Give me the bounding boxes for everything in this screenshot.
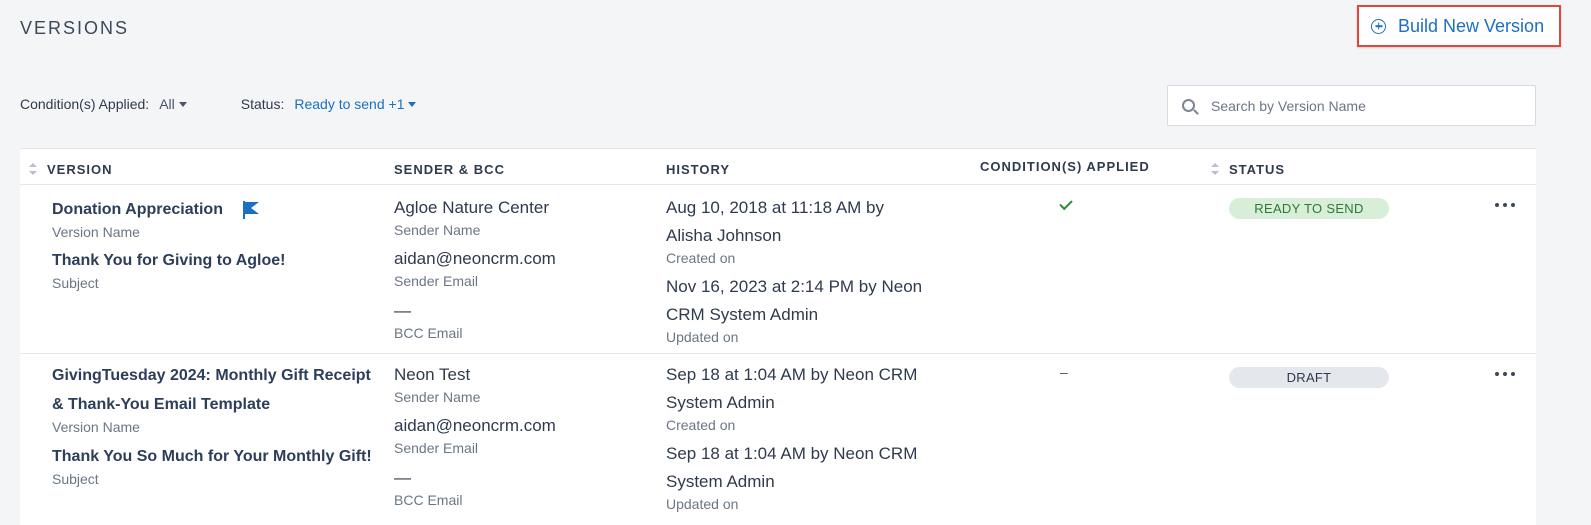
created-line-2: Alisha Johnson <box>666 226 782 245</box>
more-options-icon[interactable] <box>1495 372 1515 378</box>
check-icon <box>1059 196 1073 211</box>
version-cell: GivingTuesday 2024: Monthly Gift Receipt… <box>52 361 372 488</box>
table-row[interactable]: GivingTuesday 2024: Monthly Gift Receipt… <box>20 354 1536 525</box>
flag-icon <box>243 200 260 219</box>
search-box <box>1167 85 1536 126</box>
conditions-none: – <box>1060 364 1068 380</box>
version-cell: Donation Appreciation Version Name Thank… <box>52 195 285 292</box>
sender-name-caption: Sender Name <box>394 222 481 238</box>
subject-caption: Subject <box>52 471 99 487</box>
bcc-email: — <box>394 301 411 320</box>
more-options-icon[interactable] <box>1495 203 1515 209</box>
column-header-status[interactable]: STATUS <box>1229 162 1285 177</box>
sender-email-caption: Sender Email <box>394 273 479 289</box>
sort-icon[interactable] <box>29 163 37 175</box>
status-badge: DRAFT <box>1229 367 1389 388</box>
table-row[interactable]: Donation Appreciation Version Name Thank… <box>20 185 1536 354</box>
updated-caption: Updated on <box>666 329 739 345</box>
sender-email-caption: Sender Email <box>394 440 479 456</box>
history-cell: Sep 18 at 1:04 AM by Neon CRM System Adm… <box>666 361 917 513</box>
conditions-filter-label: Condition(s) Applied: <box>20 96 150 112</box>
updated-line-2: System Admin <box>666 472 775 491</box>
conditions-filter-dropdown[interactable]: All <box>159 96 187 112</box>
sender-name: Neon Test <box>394 365 471 384</box>
updated-line-1: Sep 18 at 1:04 AM by Neon CRM <box>666 444 918 463</box>
status-filter-value: Ready to send +1 <box>294 96 405 112</box>
caret-down-icon <box>408 101 417 107</box>
caret-down-icon <box>178 101 187 107</box>
updated-line-2: CRM System Admin <box>666 305 819 324</box>
version-name[interactable]: Donation Appreciation <box>52 201 223 218</box>
build-new-version-label: Build New Version <box>1398 15 1545 36</box>
build-new-version-button[interactable]: Build New Version <box>1357 5 1561 47</box>
conditions-filter-value: All <box>159 96 175 112</box>
search-input[interactable] <box>1211 97 1511 114</box>
subject: Thank You So Much for Your Monthly Gift! <box>52 448 372 465</box>
column-header-conditions: CONDITION(S) APPLIED <box>980 159 1150 174</box>
filter-bar: Condition(s) Applied: All Status: Ready … <box>20 96 417 112</box>
search-icon <box>1182 99 1195 112</box>
version-name-line-2[interactable]: & Thank-You Email Template <box>52 390 372 419</box>
history-cell: Aug 10, 2018 at 11:18 AM by Alisha Johns… <box>666 194 922 346</box>
created-line-1: Sep 18 at 1:04 AM by Neon CRM <box>666 365 918 384</box>
version-name-line-1[interactable]: GivingTuesday 2024: Monthly Gift Receipt <box>52 361 372 390</box>
created-caption: Created on <box>666 250 736 266</box>
created-caption: Created on <box>666 417 736 433</box>
column-header-version[interactable]: VERSION <box>47 162 113 177</box>
sender-email: aidan@neoncrm.com <box>394 249 556 268</box>
bcc-email: — <box>394 468 411 487</box>
updated-caption: Updated on <box>666 496 739 512</box>
column-header-history: HISTORY <box>666 162 731 177</box>
sender-name: Agloe Nature Center <box>394 198 549 217</box>
subject-caption: Subject <box>52 275 99 291</box>
column-header-sender: SENDER & BCC <box>394 162 505 177</box>
updated-line-1: Nov 16, 2023 at 2:14 PM by Neon <box>666 277 923 296</box>
version-name-caption: Version Name <box>52 419 140 435</box>
version-name-caption: Version Name <box>52 224 140 240</box>
sender-cell: Neon Test Sender Name aidan@neoncrm.com … <box>394 361 556 509</box>
table-header: VERSION SENDER & BCC HISTORY CONDITION(S… <box>20 149 1536 185</box>
page-title: VERSIONS <box>20 18 130 38</box>
created-line-1: Aug 10, 2018 at 11:18 AM by <box>666 198 885 217</box>
plus-circle-icon <box>1371 18 1386 34</box>
versions-table: VERSION SENDER & BCC HISTORY CONDITION(S… <box>20 148 1536 525</box>
sender-name-caption: Sender Name <box>394 389 481 405</box>
status-filter-dropdown[interactable]: Ready to send +1 <box>294 96 417 112</box>
bcc-email-caption: BCC Email <box>394 325 463 341</box>
sort-icon[interactable] <box>1211 163 1219 175</box>
sender-email: aidan@neoncrm.com <box>394 416 556 435</box>
sender-cell: Agloe Nature Center Sender Name aidan@ne… <box>394 194 556 342</box>
status-filter-label: Status: <box>240 96 285 112</box>
bcc-email-caption: BCC Email <box>394 492 463 508</box>
subject: Thank You for Giving to Agloe! <box>52 252 286 269</box>
status-badge: READY TO SEND <box>1229 198 1389 219</box>
created-line-2: System Admin <box>666 393 775 412</box>
